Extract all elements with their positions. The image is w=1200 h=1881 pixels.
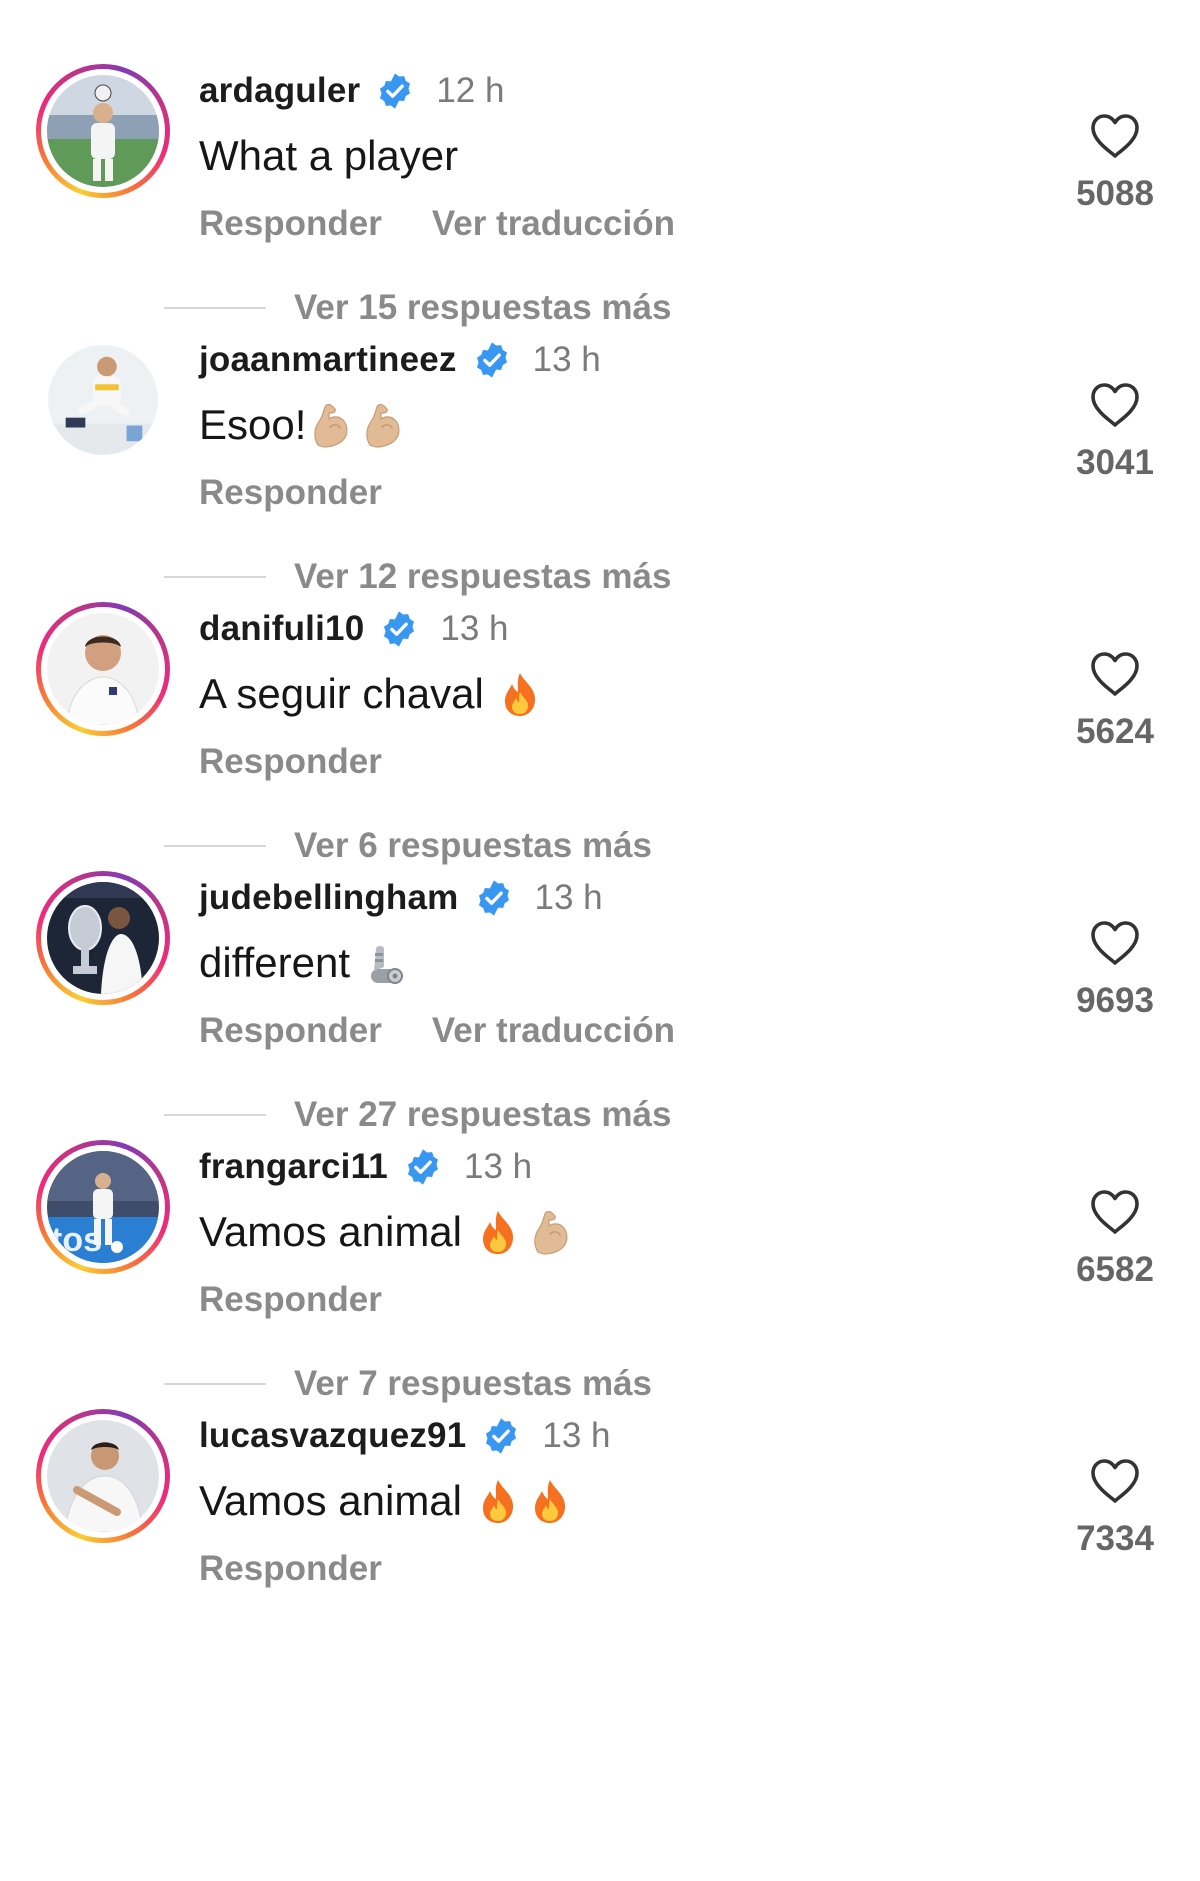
- comment-text-row: A seguir chaval: [199, 666, 542, 722]
- username-link[interactable]: judebellingham: [199, 878, 459, 918]
- username-link[interactable]: joaanmartineez: [199, 340, 457, 380]
- username-link[interactable]: lucasvazquez91: [199, 1416, 466, 1456]
- player-photo-avatar: [47, 882, 159, 994]
- username-link[interactable]: danifuli10: [199, 609, 364, 649]
- avatar[interactable]: [36, 871, 170, 1005]
- mechanical-arm-icon: [364, 939, 408, 987]
- comment-header: danifuli10 13 h: [199, 606, 509, 652]
- player-photo-avatar: [47, 75, 159, 187]
- like-column: 7334: [1060, 1457, 1170, 1559]
- comment-actions: Responder: [199, 1545, 382, 1593]
- comment-text: What a player: [199, 132, 459, 179]
- like-column: 5088: [1060, 112, 1170, 214]
- heart-outline-icon[interactable]: [1089, 1188, 1141, 1236]
- reply-button[interactable]: Responder: [199, 1011, 382, 1051]
- comment-text-row: Esoo!: [199, 397, 404, 453]
- avatar[interactable]: [36, 602, 170, 736]
- comment-header: joaanmartineez 13 h: [199, 337, 601, 383]
- avatar[interactable]: [36, 1409, 170, 1543]
- comment-text: different: [199, 939, 350, 986]
- like-count: 5088: [1076, 174, 1154, 213]
- comment-actions: Responder: [199, 1276, 382, 1324]
- comment-timestamp: 13 h: [532, 340, 601, 379]
- verified-badge-icon: [475, 879, 513, 917]
- verified-badge-icon: [376, 72, 414, 110]
- fire-icon: [476, 1208, 520, 1256]
- comment-actions: Responder: [199, 469, 382, 517]
- comment-text-row: Vamos animal: [199, 1473, 572, 1529]
- verified-badge-icon: [473, 341, 511, 379]
- reply-button[interactable]: Responder: [199, 204, 382, 244]
- avatar[interactable]: tos: [36, 1140, 170, 1274]
- comment-actions: Responder: [199, 738, 382, 786]
- see-translation-button[interactable]: Ver traducción: [432, 1011, 675, 1051]
- like-count: 7334: [1076, 1519, 1154, 1558]
- like-column: 9693: [1060, 919, 1170, 1021]
- like-count: 6582: [1076, 1250, 1154, 1289]
- comment-text: Vamos animal: [199, 1477, 462, 1524]
- comment-text: A seguir chaval: [199, 670, 484, 717]
- fire-icon: [528, 1477, 572, 1525]
- comment-text-row: What a player: [199, 128, 458, 184]
- player-photo-avatar: [47, 1420, 159, 1532]
- fire-icon: [498, 670, 542, 718]
- fire-icon: [476, 1477, 520, 1525]
- comment-timestamp: 12 h: [436, 71, 505, 110]
- like-count: 9693: [1076, 981, 1154, 1020]
- comment-text-row: Vamos animal: [199, 1204, 572, 1260]
- like-column: 6582: [1060, 1188, 1170, 1290]
- heart-outline-icon[interactable]: [1089, 381, 1141, 429]
- comment-timestamp: 13 h: [463, 1147, 533, 1186]
- username-link[interactable]: frangarci11: [199, 1147, 388, 1187]
- flexed-biceps-icon: [308, 401, 352, 449]
- comment-text: Esoo!: [199, 401, 307, 448]
- like-column: 5624: [1060, 650, 1170, 752]
- like-count: 3041: [1076, 443, 1154, 482]
- comment-header: ardaguler 12 h: [199, 68, 504, 114]
- comment-actions: Responder Ver traducción: [199, 200, 675, 248]
- comment-timestamp: 13 h: [534, 878, 603, 917]
- reply-button[interactable]: Responder: [199, 742, 382, 782]
- heart-outline-icon[interactable]: [1089, 919, 1141, 967]
- heart-outline-icon[interactable]: [1089, 650, 1141, 698]
- avatar[interactable]: [36, 64, 170, 198]
- verified-badge-icon: [380, 610, 418, 648]
- verified-badge-icon: [404, 1148, 442, 1186]
- player-photo-avatar: tos: [47, 1151, 159, 1263]
- player-photo-avatar: [48, 345, 158, 455]
- comment-text-row: different: [199, 935, 408, 991]
- flexed-biceps-icon: [528, 1208, 572, 1256]
- like-column: 3041: [1060, 381, 1170, 483]
- verified-badge-icon: [482, 1417, 520, 1455]
- heart-outline-icon[interactable]: [1089, 112, 1141, 160]
- player-photo-avatar: [47, 613, 159, 725]
- comment-actions: Responder Ver traducción: [199, 1007, 675, 1055]
- reply-button[interactable]: Responder: [199, 473, 382, 513]
- see-translation-button[interactable]: Ver traducción: [432, 204, 675, 244]
- avatar[interactable]: [36, 333, 170, 467]
- comment-header: frangarci11 13 h: [199, 1144, 532, 1190]
- comment-text: Vamos animal: [199, 1208, 462, 1255]
- username-link[interactable]: ardaguler: [199, 71, 360, 111]
- heart-outline-icon[interactable]: [1089, 1457, 1141, 1505]
- comment-item: lucasvazquez91 13 h Vamos animal Respond…: [0, 1337, 1200, 1660]
- flexed-biceps-icon: [360, 401, 404, 449]
- comment-header: lucasvazquez91 13 h: [199, 1413, 611, 1459]
- reply-button[interactable]: Responder: [199, 1549, 382, 1589]
- comment-timestamp: 13 h: [542, 1416, 611, 1455]
- comment-timestamp: 13 h: [440, 609, 509, 648]
- comment-header: judebellingham 13 h: [199, 875, 603, 921]
- like-count: 5624: [1076, 712, 1154, 751]
- reply-button[interactable]: Responder: [199, 1280, 382, 1320]
